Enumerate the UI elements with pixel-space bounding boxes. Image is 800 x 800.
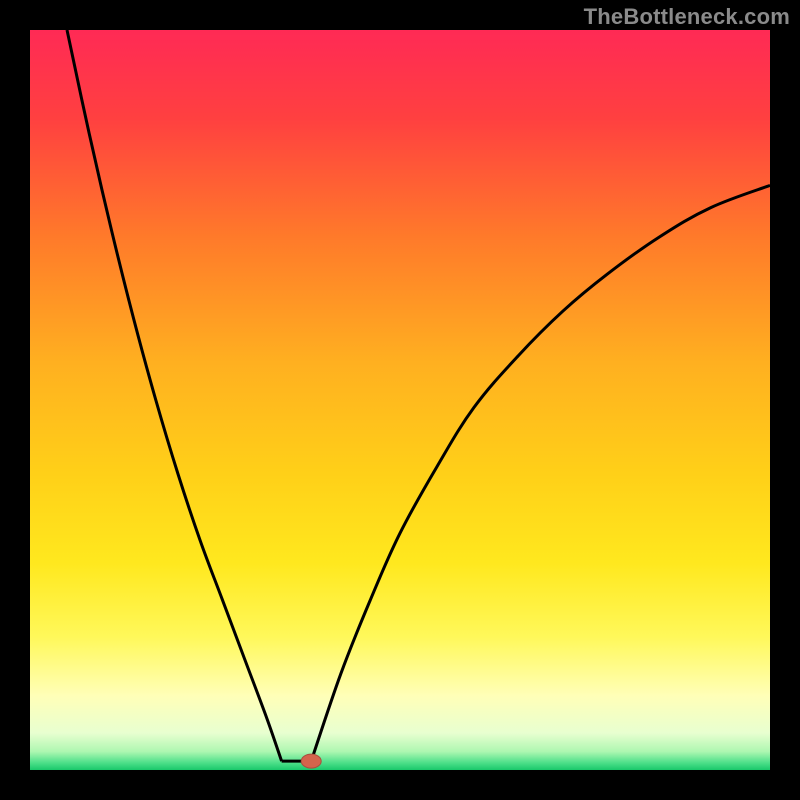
watermark-text: TheBottleneck.com xyxy=(584,4,790,30)
plot-area xyxy=(30,30,770,770)
bottleneck-marker xyxy=(301,754,321,768)
chart-svg xyxy=(30,30,770,770)
chart-frame: TheBottleneck.com xyxy=(0,0,800,800)
gradient-background xyxy=(30,30,770,770)
